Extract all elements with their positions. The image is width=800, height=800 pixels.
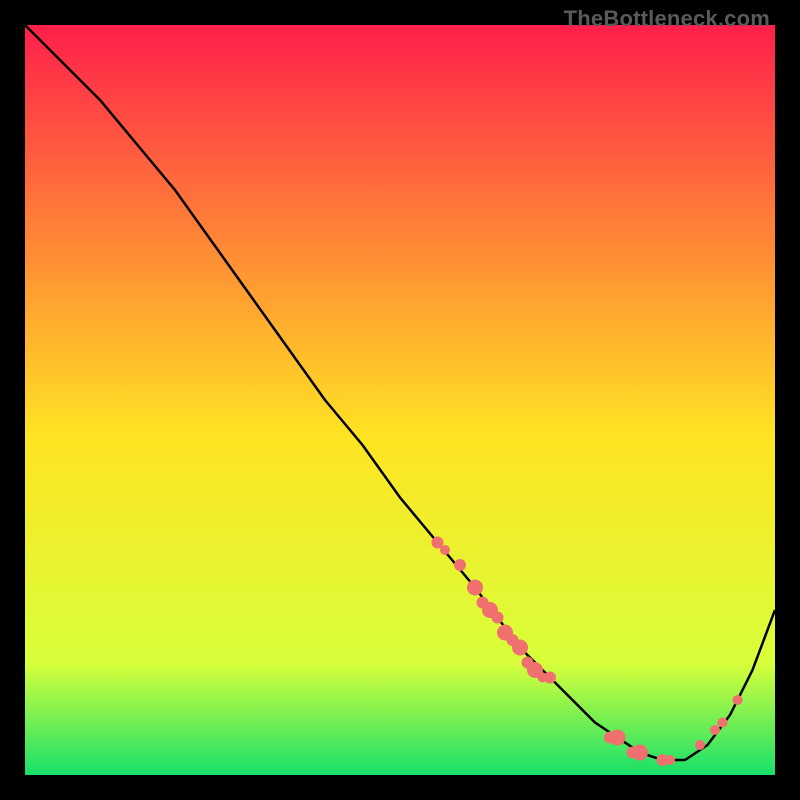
curve-marker (544, 672, 556, 684)
curve-marker (492, 612, 504, 624)
chart-frame (25, 25, 775, 775)
curve-marker (632, 745, 648, 761)
curve-marker (718, 718, 728, 728)
curve-marker (440, 545, 450, 555)
curve-marker (454, 559, 466, 571)
curve-marker (467, 580, 483, 596)
curve-marker (733, 695, 743, 705)
bottleneck-curve-chart (25, 25, 775, 775)
gradient-background (25, 25, 775, 775)
curve-marker (512, 640, 528, 656)
curve-marker (610, 730, 626, 746)
curve-marker (665, 755, 675, 765)
watermark-text: TheBottleneck.com (564, 6, 770, 32)
curve-marker (710, 725, 720, 735)
curve-marker (695, 740, 705, 750)
